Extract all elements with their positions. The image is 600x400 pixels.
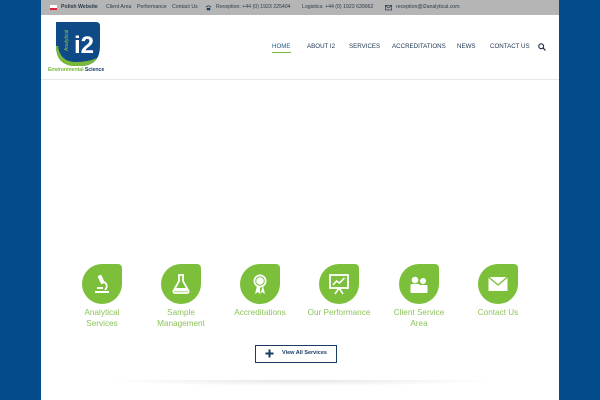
site-header: i2 Analytical Environmental Science HOME… — [41, 15, 559, 80]
logo-tagline-blue: Science — [84, 67, 105, 73]
service-icon-bg — [319, 264, 359, 304]
search-icon[interactable] — [538, 43, 546, 51]
logo-mark: i2 — [74, 32, 94, 59]
logo-tagline-green: Environmental — [48, 67, 84, 73]
chart-board-icon — [329, 274, 349, 295]
service-label-accreditations: Accreditations — [234, 308, 286, 317]
service-icon-bg — [478, 264, 518, 304]
polish-website-link[interactable]: Polish Website — [61, 0, 98, 15]
performance-link[interactable]: Performance — [137, 0, 167, 15]
nav-services[interactable]: SERVICES — [349, 43, 380, 55]
service-contact-us[interactable]: Contact Us — [461, 264, 535, 319]
polish-flag-icon — [50, 5, 57, 10]
logo-mark-small: Analytical — [64, 30, 70, 51]
users-icon — [410, 276, 428, 293]
service-client-service-area[interactable]: Client Service Area — [382, 264, 456, 329]
service-icon-bg — [161, 264, 201, 304]
service-accreditations[interactable]: Accreditations — [223, 264, 297, 319]
award-icon — [253, 274, 267, 294]
email-link[interactable]: reception@i2analytical.com — [396, 0, 460, 15]
plus-icon — [265, 349, 274, 358]
nav-news[interactable]: NEWS — [457, 43, 476, 55]
view-all-services-label: View All Services — [282, 350, 327, 356]
nav-active-underline — [272, 52, 291, 53]
top-utility-bar: Polish Website Client Area Performance C… — [41, 0, 559, 15]
service-label-sample-1: Sample — [167, 308, 195, 317]
service-icon-bg — [82, 264, 122, 304]
service-sample-management[interactable]: Sample Management — [144, 264, 218, 329]
client-area-link[interactable]: Client Area — [106, 0, 131, 15]
reception-phone[interactable]: Reception: +44 (0) 1923 225404 — [216, 0, 291, 15]
phone-icon — [205, 5, 212, 11]
nav-home[interactable]: HOME — [272, 43, 291, 55]
mail-icon — [385, 5, 392, 11]
flask-icon — [172, 274, 190, 294]
logo-tagline: Environmental Science — [48, 67, 104, 73]
service-analytical[interactable]: Analytical Services — [65, 264, 139, 329]
nav-contact-us[interactable]: CONTACT US — [490, 43, 530, 55]
service-label-client-2: Area — [410, 318, 428, 328]
logistics-phone[interactable]: Logistics: +44 (0) 1923 639962 — [302, 0, 373, 15]
service-label-contact: Contact Us — [477, 308, 519, 317]
service-label-performance: Our Performance — [307, 308, 371, 317]
view-all-services-button[interactable]: View All Services — [255, 345, 337, 363]
nav-accreditations[interactable]: ACCREDITATIONS — [392, 43, 446, 55]
section-divider — [101, 380, 501, 386]
service-our-performance[interactable]: Our Performance — [302, 264, 376, 319]
nav-about[interactable]: ABOUT I2 — [307, 43, 335, 55]
service-label-sample-2: Management — [157, 318, 205, 328]
page-container: Polish Website Client Area Performance C… — [41, 0, 559, 400]
service-label-analytical-2: Services — [86, 318, 118, 328]
envelope-icon — [488, 276, 508, 291]
nav-home-label: HOME — [272, 43, 291, 50]
service-icon-bg — [399, 264, 439, 304]
service-label-client-1: Client Service — [393, 308, 445, 317]
service-icon-bg — [240, 264, 280, 304]
microscope-icon — [95, 274, 109, 293]
service-label-analytical-1: Analytical — [84, 308, 120, 317]
contact-us-top-link[interactable]: Contact Us — [172, 0, 198, 15]
